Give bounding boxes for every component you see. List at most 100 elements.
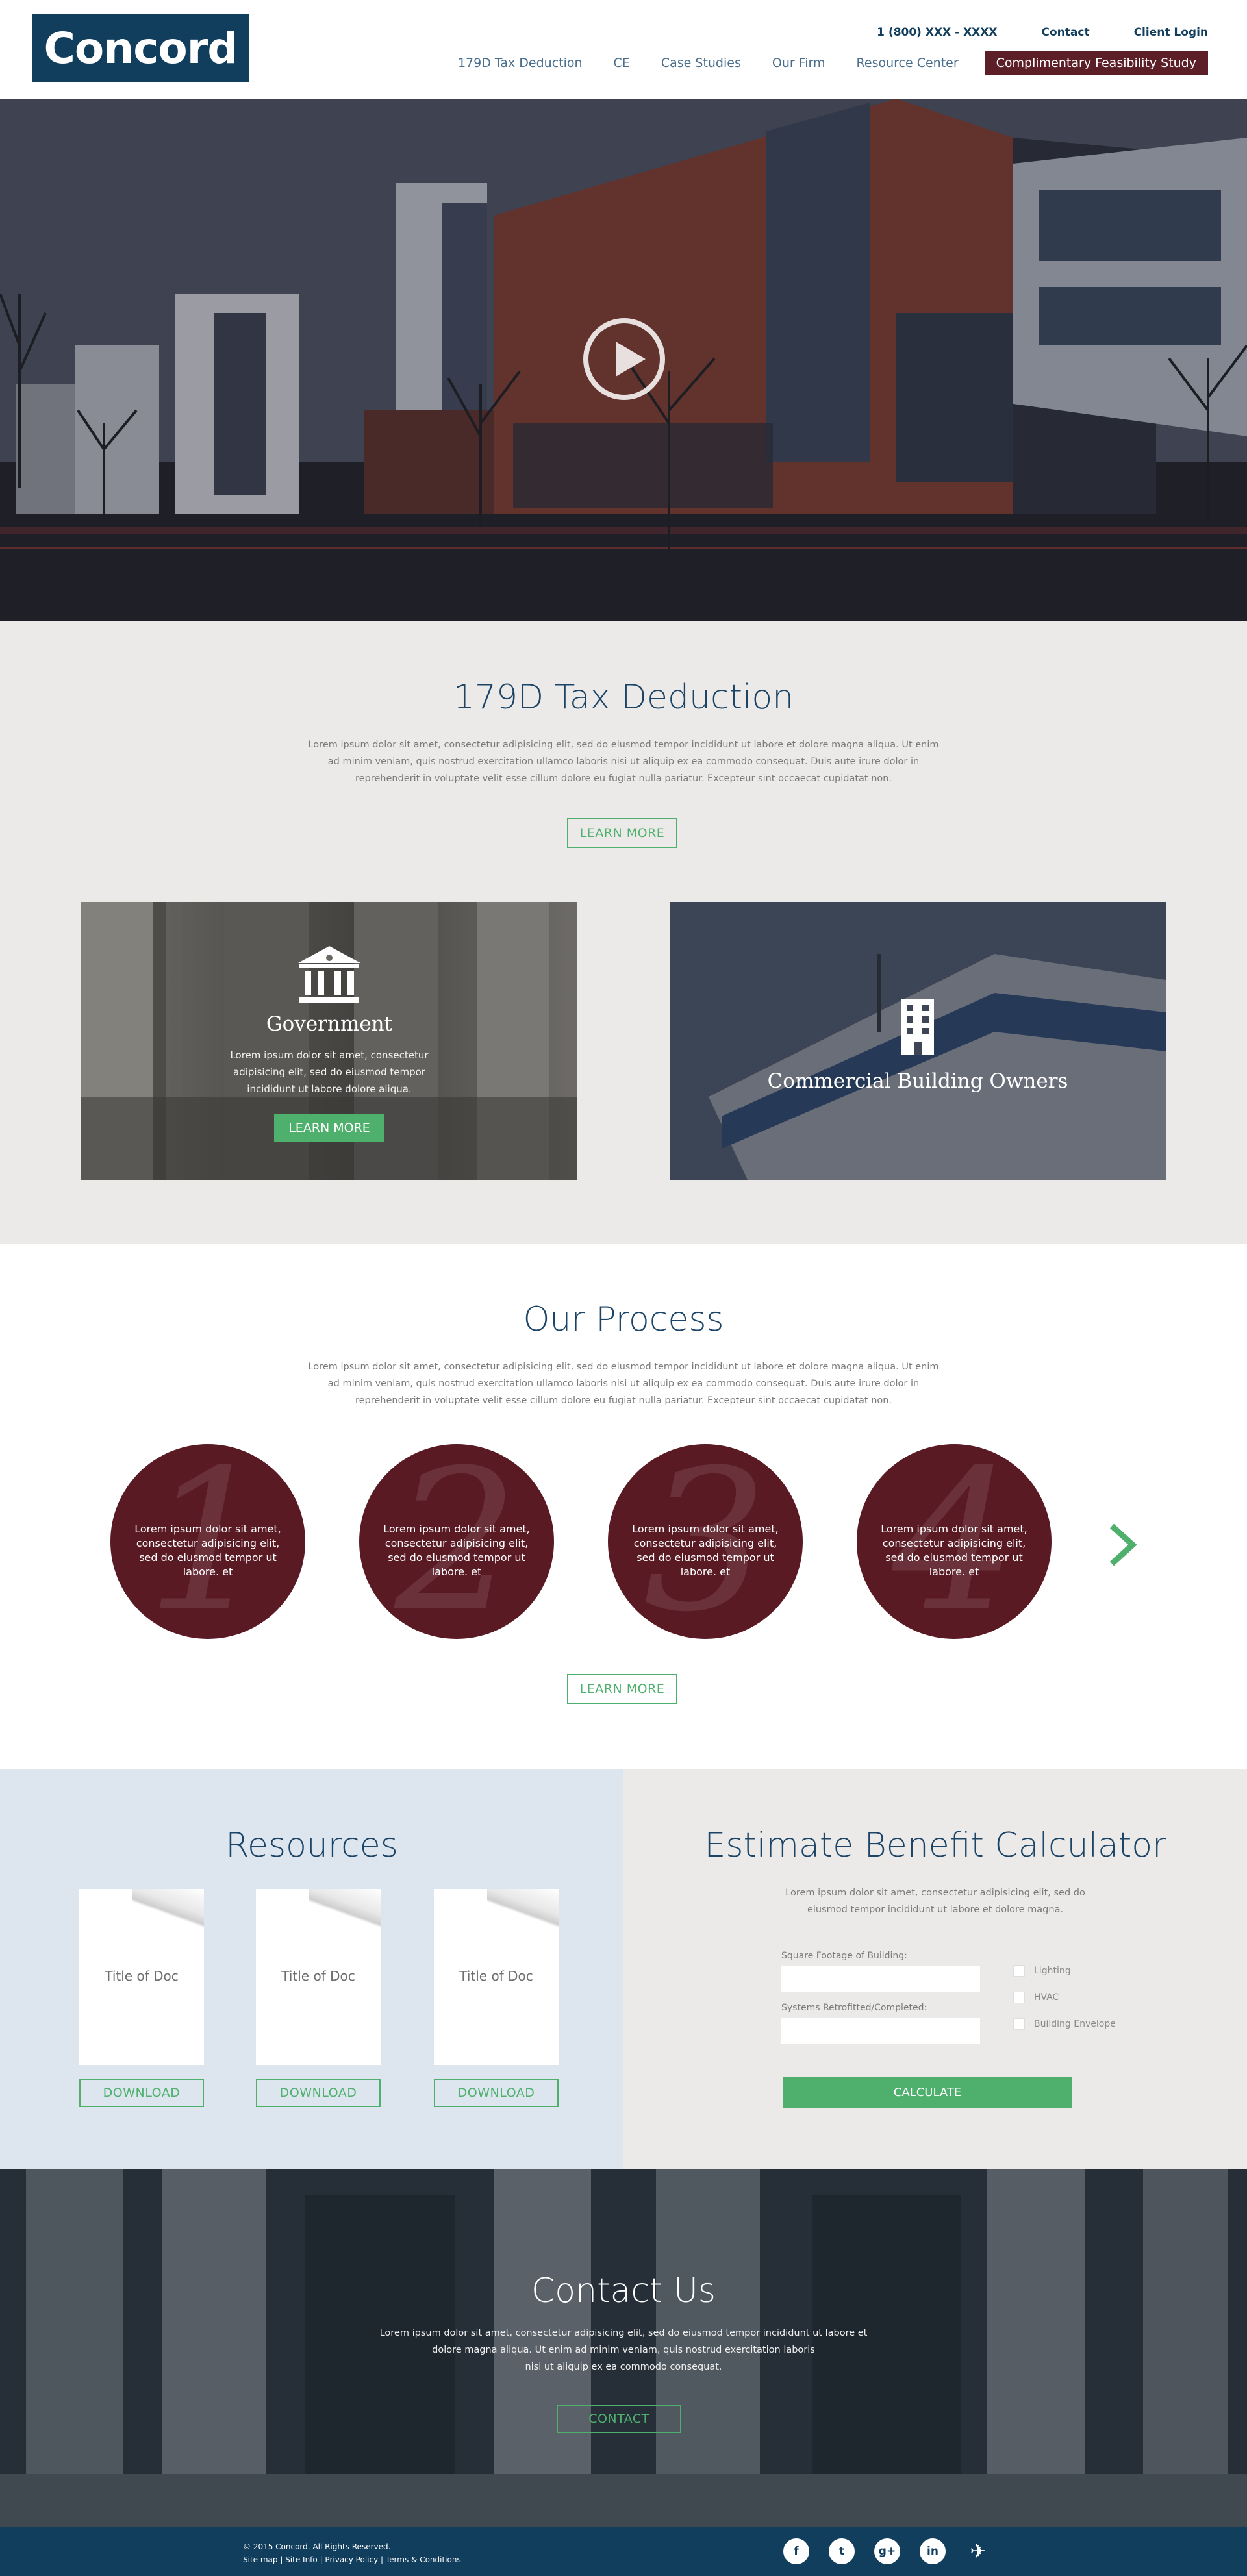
contact-body-line: dolore magna aliqua. Ut enim ad minim ve… xyxy=(432,2345,815,2355)
tax-learn-more-button[interactable]: LEARN MORE xyxy=(567,818,677,848)
calculate-button[interactable]: CALCULATE xyxy=(783,2077,1072,2108)
our-process-section: Our Process Lorem ipsum dolor sit amet, … xyxy=(0,1244,1247,1769)
process-step-4[interactable]: 4 Lorem ipsum dolor sit amet, consectetu… xyxy=(857,1444,1052,1639)
linkedin-icon[interactable]: in xyxy=(920,2538,946,2564)
calculator-body: Lorem ipsum dolor sit amet, consectetur … xyxy=(740,1884,1130,1918)
checkbox-box[interactable] xyxy=(1013,2018,1025,2030)
nav-179d-tax-deduction[interactable]: 179D Tax Deduction xyxy=(458,56,583,70)
footer-links[interactable]: Site map | Site Info | Privacy Policy | … xyxy=(243,2553,461,2566)
main-nav: 179D Tax Deduction CE Case Studies Our F… xyxy=(427,51,1208,75)
square-footage-input[interactable] xyxy=(781,1966,980,1992)
document-title: Title of Doc xyxy=(281,1968,355,1984)
nav-ce[interactable]: CE xyxy=(614,56,630,70)
systems-retrofitted-label: Systems Retrofitted/Completed: xyxy=(781,2003,927,2013)
facebook-icon[interactable]: f xyxy=(783,2538,809,2564)
step-text: Lorem ipsum dolor sit amet, consectetur … xyxy=(134,1523,281,1578)
google-plus-icon[interactable]: g+ xyxy=(874,2538,900,2564)
page-curl-icon xyxy=(487,1889,559,1928)
document-thumbnail[interactable]: Title of Doc xyxy=(256,1889,381,2065)
government-card-line: Lorem ipsum dolor sit amet, consectetur xyxy=(230,1049,429,1061)
lighting-checkbox[interactable]: Lighting xyxy=(1013,1965,1071,1977)
resources-section: Resources Title of Doc Title of Doc Titl… xyxy=(0,1769,624,2169)
process-step-1[interactable]: 1 Lorem ipsum dolor sit amet, consectetu… xyxy=(110,1444,305,1639)
copyright-text: © 2015 Concord. All Rights Reserved. xyxy=(243,2542,391,2551)
document-title: Title of Doc xyxy=(459,1968,533,1984)
calculator-body-line: Lorem ipsum dolor sit amet, consectetur … xyxy=(785,1888,1085,1898)
building-icon xyxy=(901,999,934,1055)
process-body-line: ad minim veniam, quis nostrud exercitati… xyxy=(327,1379,920,1389)
checkbox-box[interactable] xyxy=(1013,1992,1025,2003)
eagle-icon[interactable]: ✈ xyxy=(965,2538,991,2564)
nav-resource-center[interactable]: Resource Center xyxy=(857,56,959,70)
twitter-icon[interactable]: t xyxy=(829,2538,855,2564)
footer-copy: © 2015 Concord. All Rights Reserved. Sit… xyxy=(243,2540,461,2566)
government-learn-more-button[interactable]: LEARN MORE xyxy=(274,1114,384,1142)
tax-section-title: 179D Tax Deduction xyxy=(453,678,794,717)
chevron-right-icon[interactable] xyxy=(1104,1522,1143,1568)
social-links: f t g+ in ✈ xyxy=(783,2538,991,2564)
process-learn-more-button[interactable]: LEARN MORE xyxy=(567,1674,677,1704)
calculator-body-line: eiusmod tempor incididunt ut labore et d… xyxy=(807,1905,1064,1915)
checkbox-label: HVAC xyxy=(1034,1992,1059,2003)
site-header: Concord 1 (800) XXX - XXXX Contact Clien… xyxy=(0,0,1247,99)
contact-body: Lorem ipsum dolor sit amet, consectetur … xyxy=(299,2325,948,2375)
page-curl-icon xyxy=(309,1889,381,1928)
checkbox-box[interactable] xyxy=(1013,1965,1025,1977)
page-curl-icon xyxy=(132,1889,204,1928)
contact-link[interactable]: Contact xyxy=(1042,26,1090,39)
process-body-line: Lorem ipsum dolor sit amet, consectetur … xyxy=(308,1362,939,1372)
checkbox-label: Building Envelope xyxy=(1034,2019,1116,2029)
feasibility-study-button[interactable]: Complimentary Feasibility Study xyxy=(984,51,1208,75)
page: Concord 1 (800) XXX - XXXX Contact Clien… xyxy=(0,0,1247,2576)
government-card-title: Government xyxy=(266,1012,393,1036)
step-text: Lorem ipsum dolor sit amet, consectetur … xyxy=(383,1523,530,1578)
government-card-line: adipisicing elit, sed do eiusmod tempor xyxy=(233,1066,425,1078)
systems-retrofitted-input[interactable] xyxy=(781,2018,980,2044)
checkbox-label: Lighting xyxy=(1034,1966,1071,1976)
contact-button[interactable]: CONTACT xyxy=(557,2405,681,2433)
hero-video xyxy=(0,99,1247,621)
document-title: Title of Doc xyxy=(105,1968,179,1984)
logo[interactable]: Concord xyxy=(32,14,249,82)
hvac-checkbox[interactable]: HVAC xyxy=(1013,1992,1059,2003)
square-footage-label: Square Footage of Building: xyxy=(781,1951,907,1961)
commercial-card-title: Commercial Building Owners xyxy=(767,1069,1068,1093)
contact-body-line: Lorem ipsum dolor sit amet, consectetur … xyxy=(379,2328,868,2338)
government-card-text: Lorem ipsum dolor sit amet, consectetur … xyxy=(211,1047,447,1097)
download-button[interactable]: DOWNLOAD xyxy=(79,2079,204,2107)
government-card-line: incididunt ut labore dolore aliqua. xyxy=(247,1083,412,1095)
contact-title: Contact Us xyxy=(531,2271,716,2310)
benefit-calculator-section: Estimate Benefit Calculator Lorem ipsum … xyxy=(624,1769,1247,2169)
tax-body-line: ad minim veniam, quis nostrud exercitati… xyxy=(327,757,920,767)
tax-body-line: Lorem ipsum dolor sit amet, consectetur … xyxy=(308,740,939,750)
step-text: Lorem ipsum dolor sit amet, consectetur … xyxy=(632,1523,779,1578)
building-envelope-checkbox[interactable]: Building Envelope xyxy=(1013,2018,1116,2030)
client-login-link[interactable]: Client Login xyxy=(1134,26,1208,39)
play-icon[interactable] xyxy=(583,318,665,400)
process-section-body: Lorem ipsum dolor sit amet, consectetur … xyxy=(305,1358,942,1409)
process-section-title: Our Process xyxy=(523,1300,724,1339)
government-card[interactable]: Government Lorem ipsum dolor sit amet, c… xyxy=(81,902,577,1180)
logo-text: Concord xyxy=(44,23,238,73)
bank-icon xyxy=(298,946,360,1003)
contact-section: Contact Us Lorem ipsum dolor sit amet, c… xyxy=(0,2169,1247,2527)
process-step-2[interactable]: 2 Lorem ipsum dolor sit amet, consectetu… xyxy=(359,1444,554,1639)
site-footer: © 2015 Concord. All Rights Reserved. Sit… xyxy=(0,2527,1247,2576)
phone-number[interactable]: 1 (800) XXX - XXXX xyxy=(877,26,997,39)
commercial-building-owners-card[interactable]: Commercial Building Owners xyxy=(670,902,1166,1180)
download-button[interactable]: DOWNLOAD xyxy=(434,2079,559,2107)
nav-case-studies[interactable]: Case Studies xyxy=(661,56,741,70)
document-thumbnail[interactable]: Title of Doc xyxy=(434,1889,559,2065)
utility-nav: 1 (800) XXX - XXXX Contact Client Login xyxy=(877,26,1208,39)
calculator-title: Estimate Benefit Calculator xyxy=(704,1826,1166,1865)
resources-title: Resources xyxy=(225,1826,398,1865)
process-step-3[interactable]: 3 Lorem ipsum dolor sit amet, consectetu… xyxy=(608,1444,803,1639)
tax-deduction-section: 179D Tax Deduction Lorem ipsum dolor sit… xyxy=(0,621,1247,1244)
download-button[interactable]: DOWNLOAD xyxy=(256,2079,381,2107)
contact-body-line: nisi ut aliquip ex ea commodo consequat. xyxy=(525,2362,722,2372)
document-thumbnail[interactable]: Title of Doc xyxy=(79,1889,204,2065)
nav-our-firm[interactable]: Our Firm xyxy=(772,56,825,70)
tax-body-line: reprehenderit in voluptate velit esse ci… xyxy=(355,773,892,784)
step-text: Lorem ipsum dolor sit amet, consectetur … xyxy=(881,1523,1027,1578)
process-body-line: reprehenderit in voluptate velit esse ci… xyxy=(355,1395,892,1406)
